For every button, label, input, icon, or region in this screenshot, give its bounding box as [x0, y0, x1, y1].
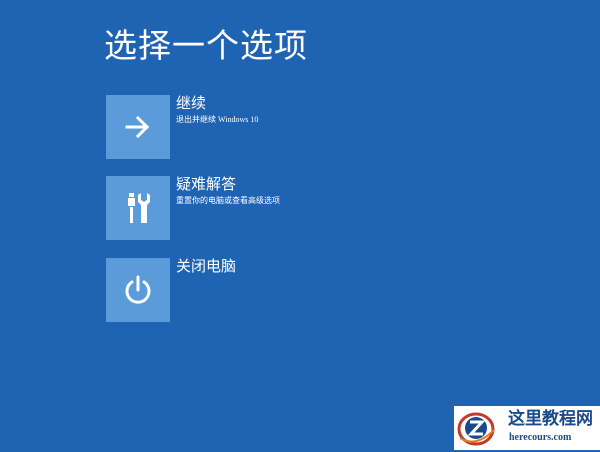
watermark-name: 这里教程网: [508, 409, 593, 429]
option-continue[interactable]: 继续 退出并继续 Windows 10: [106, 94, 466, 159]
page-title: 选择一个选项: [104, 26, 308, 65]
option-shutdown-label: 关闭电脑: [176, 257, 237, 275]
arrow-right-icon: [124, 115, 152, 139]
option-continue-tile[interactable]: [106, 95, 170, 159]
option-continue-label: 继续: [176, 94, 207, 112]
watermark-logo-icon: [456, 408, 496, 448]
option-troubleshoot-tile[interactable]: [106, 176, 170, 240]
option-troubleshoot[interactable]: 疑难解答 重置你的电脑或查看高级选项: [106, 175, 466, 240]
option-shutdown-tile[interactable]: [106, 258, 170, 322]
watermark: 这里教程网 herecours.com: [454, 406, 600, 450]
watermark-url: herecours.com: [509, 432, 572, 443]
power-icon: [122, 274, 154, 306]
tools-icon: [123, 191, 153, 225]
option-shutdown[interactable]: 关闭电脑: [106, 257, 466, 322]
option-troubleshoot-description: 重置你的电脑或查看高级选项: [176, 196, 280, 205]
option-continue-description: 退出并继续 Windows 10: [176, 115, 259, 124]
option-troubleshoot-label: 疑难解答: [176, 175, 237, 193]
recovery-screen: 选择一个选项 继续 退出并继续 Windows 10 疑难解答 重置你的电脑或查…: [0, 0, 600, 450]
